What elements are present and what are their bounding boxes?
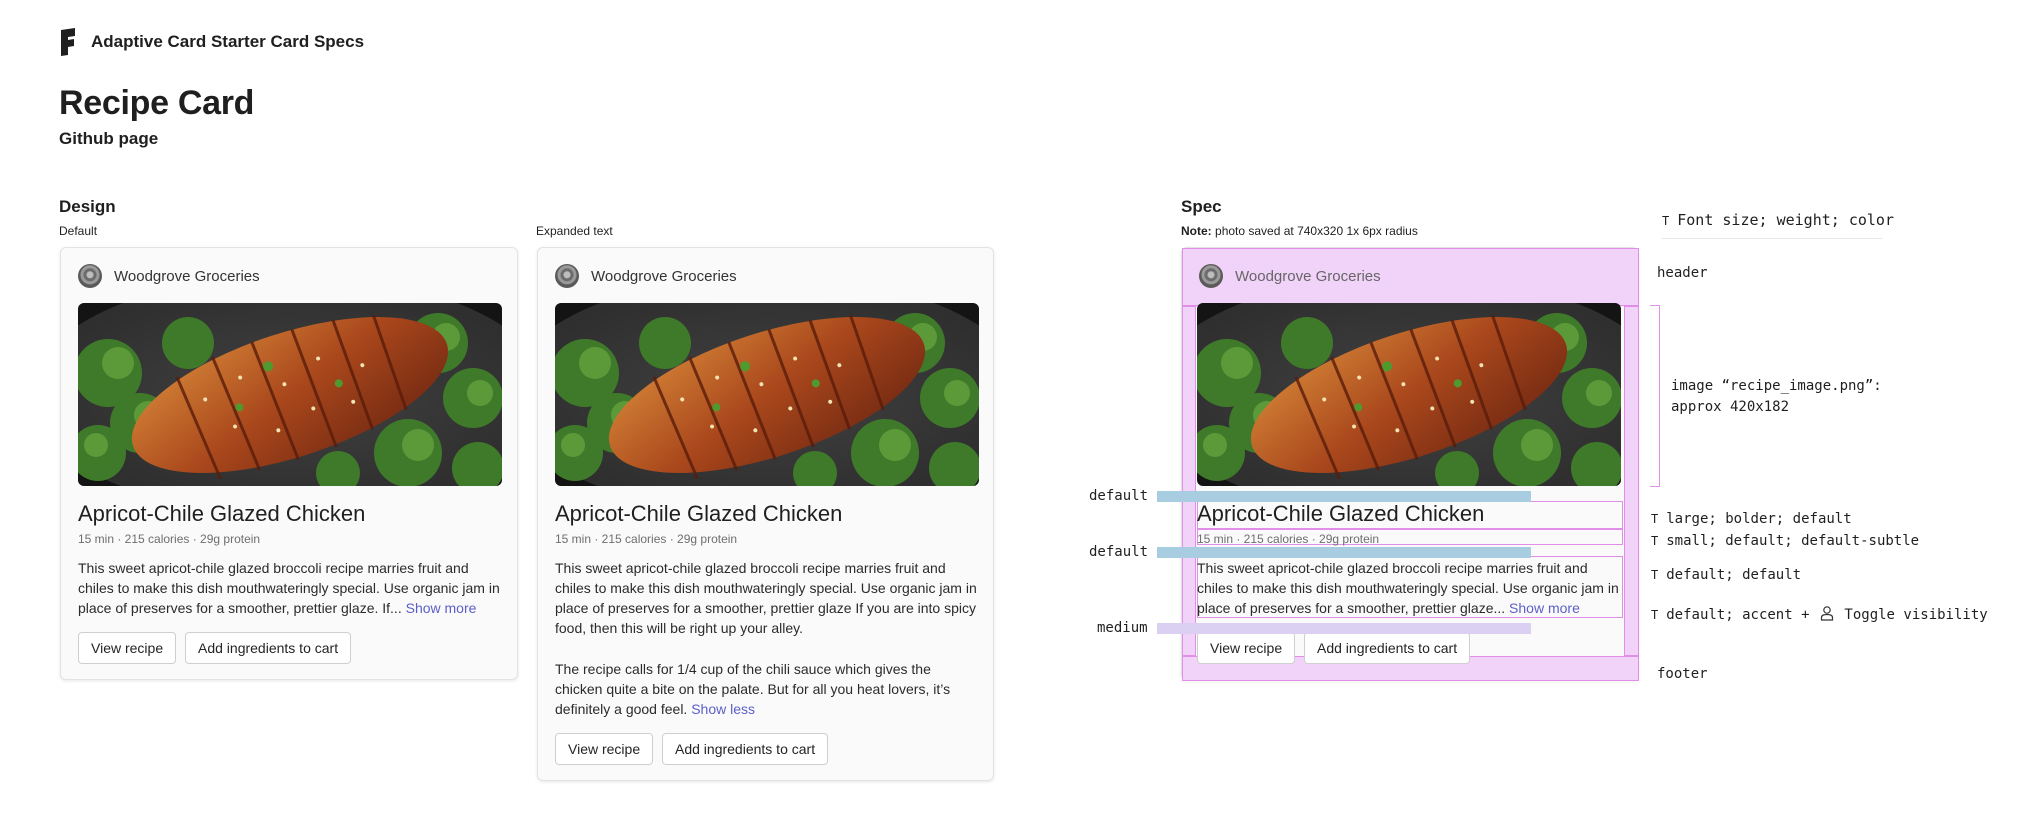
legend-text: Font size; weight; color xyxy=(1677,211,1894,229)
image-annotation-2: approx 420x182 xyxy=(1671,399,1790,415)
card-header: Woodgrove Groceries xyxy=(555,264,737,288)
recipe-title: Apricot-Chile Glazed Chicken xyxy=(555,501,843,526)
header-annotation: header xyxy=(1657,265,1708,281)
spec-note-label: Note: xyxy=(1181,224,1212,238)
brand-avatar xyxy=(78,264,102,288)
recipe-meta: 15 min · 215 calories · 29g protein xyxy=(78,532,261,546)
expanded-variant-label: Expanded text xyxy=(536,224,613,238)
spec-legend: T Font size; weight; color xyxy=(1662,211,1894,229)
recipe-meta: 15 min · 215 calories · 29g protein xyxy=(555,532,738,546)
description-style-annotation: Tdefault; default xyxy=(1651,567,1802,583)
recipe-image xyxy=(555,303,979,486)
spec-note-text: photo saved at 740x320 1x 6px radius xyxy=(1215,224,1418,238)
title-style-annotation: Tlarge; bolder; default xyxy=(1651,511,1852,527)
recipe-image xyxy=(1197,303,1621,486)
show-less-link[interactable]: Show less xyxy=(691,701,755,717)
recipe-title: Apricot-Chile Glazed Chicken xyxy=(78,501,366,526)
brand-avatar xyxy=(555,264,579,288)
design-section-title: Design xyxy=(59,197,116,216)
card-header: Woodgrove Groceries xyxy=(78,264,260,288)
link-style-annotation: Tdefault; accent + Toggle visibility xyxy=(1651,606,1988,623)
recipe-meta: 15 min · 215 calories · 29g protein xyxy=(1197,532,1380,546)
show-more-link[interactable]: Show more xyxy=(1509,600,1580,616)
recipe-image xyxy=(78,303,502,486)
recipe-description: This sweet apricot-chile glazed broccoli… xyxy=(555,560,977,636)
recipe-description: This sweet apricot-chile glazed broccoli… xyxy=(1197,558,1623,618)
recipe-title: Apricot-Chile Glazed Chicken xyxy=(1197,501,1485,526)
recipe-description: This sweet apricot-chile glazed broccoli… xyxy=(78,558,504,618)
text-style-icon: T xyxy=(1651,568,1659,582)
meta-style-annotation: Tsmall; default; default-subtle xyxy=(1651,533,1920,549)
spacing-label-medium: medium xyxy=(1097,620,1148,636)
footer-annotation: footer xyxy=(1657,666,1708,682)
brand-avatar xyxy=(1199,264,1223,288)
recipe-card-expanded: Woodgrove Groceries Apricot-Chile Glazed… xyxy=(537,247,994,781)
right-padding-highlight xyxy=(1624,306,1639,656)
page-subtitle: Github page xyxy=(59,129,159,148)
text-style-icon: T xyxy=(1651,534,1659,548)
card-header: Woodgrove Groceries xyxy=(1199,264,1381,288)
brand-title: Adaptive Card Starter Card Specs xyxy=(91,32,365,51)
legend-divider xyxy=(1662,238,1882,239)
card-brand-name: Woodgrove Groceries xyxy=(591,267,737,285)
spec-note: Note: photo saved at 740x320 1x 6px radi… xyxy=(1181,224,1418,238)
recipe-card-default: Woodgrove Groceries Apricot-Chile Glazed… xyxy=(60,247,518,680)
brand-logo-icon xyxy=(61,28,75,56)
add-to-cart-button[interactable]: Add ingredients to cart xyxy=(1304,632,1471,664)
spec-section-title: Spec xyxy=(1181,197,1222,216)
left-padding-highlight xyxy=(1182,306,1196,656)
spacing-bar-default-2 xyxy=(1157,547,1531,558)
spacing-bar-default-1 xyxy=(1157,491,1531,502)
text-style-icon: T xyxy=(1662,214,1670,228)
add-to-cart-button[interactable]: Add ingredients to cart xyxy=(662,733,829,765)
recipe-description-more: The recipe calls for 1/4 cup of the chil… xyxy=(555,659,981,719)
page-title: Recipe Card xyxy=(59,84,255,122)
spacing-bar-medium xyxy=(1157,623,1531,634)
image-bracket xyxy=(1650,305,1660,487)
card-brand-name: Woodgrove Groceries xyxy=(114,267,260,285)
text-style-icon: T xyxy=(1651,608,1659,622)
default-variant-label: Default xyxy=(59,224,98,238)
text-style-icon: T xyxy=(1651,512,1659,526)
view-recipe-button[interactable]: View recipe xyxy=(78,632,177,664)
recipe-card-spec: Woodgrove Groceries Apricot-Chile Glazed… xyxy=(1181,247,1639,681)
spacing-label-default-2: default xyxy=(1089,544,1149,560)
card-brand-name: Woodgrove Groceries xyxy=(1235,267,1381,285)
view-recipe-button[interactable]: View recipe xyxy=(1197,632,1296,664)
person-icon xyxy=(1820,606,1834,621)
image-annotation-1: image “recipe_image.png”: xyxy=(1671,378,1882,394)
view-recipe-button[interactable]: View recipe xyxy=(555,733,654,765)
show-more-link[interactable]: Show more xyxy=(406,600,477,616)
add-to-cart-button[interactable]: Add ingredients to cart xyxy=(185,632,352,664)
spacing-label-default-1: default xyxy=(1089,488,1149,504)
